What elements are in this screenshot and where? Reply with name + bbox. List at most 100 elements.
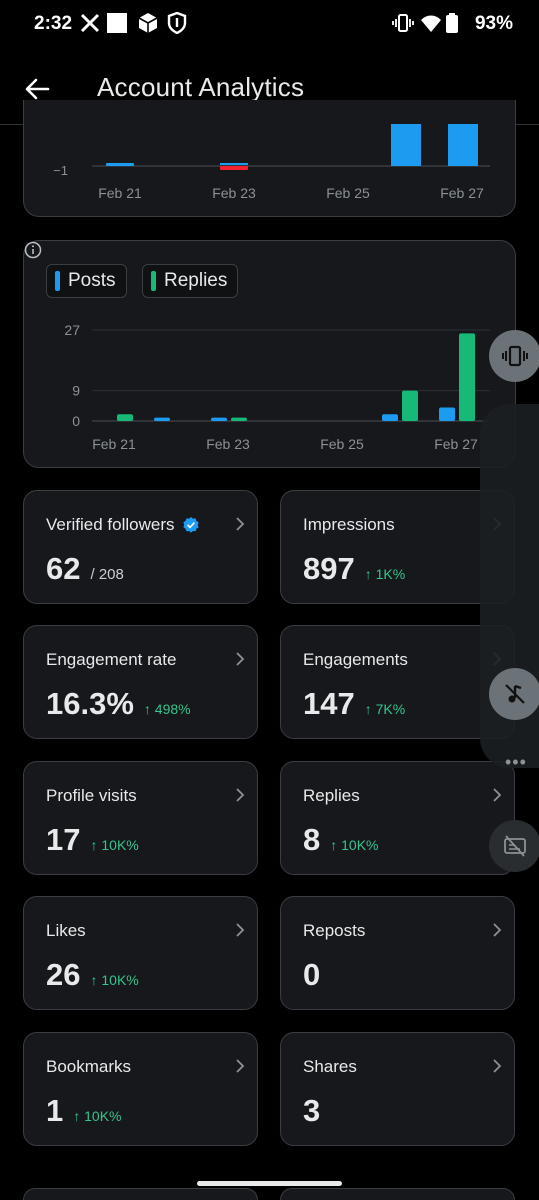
next-row-tile bbox=[23, 1188, 258, 1200]
stat-title: Reposts bbox=[303, 921, 365, 941]
square-icon bbox=[107, 13, 127, 33]
stat-tile[interactable]: Bookmarks 1 ↑ 10K% bbox=[23, 1032, 258, 1146]
stat-title-text: Replies bbox=[303, 786, 360, 805]
x-tick-label: Feb 27 bbox=[434, 436, 478, 452]
stat-tile[interactable]: Verified followers 62 / 208 bbox=[23, 490, 258, 604]
stat-title-text: Profile visits bbox=[46, 786, 137, 805]
stat-value: 62 bbox=[46, 551, 81, 586]
chevron-right-icon bbox=[493, 788, 502, 802]
stat-value-row: 147 ↑ 7K% bbox=[303, 686, 405, 722]
stat-value: 0 bbox=[303, 957, 321, 992]
bar-posts bbox=[382, 414, 398, 421]
stat-delta: ↑ 498% bbox=[143, 701, 191, 717]
stat-value: 897 bbox=[303, 551, 355, 586]
box-icon bbox=[138, 13, 158, 33]
stat-value-row: 17 ↑ 10K% bbox=[46, 822, 139, 858]
chevron-right-icon bbox=[493, 1059, 502, 1073]
bar-replies bbox=[459, 333, 475, 421]
stat-title-text: Reposts bbox=[303, 921, 366, 940]
stat-tile[interactable]: Shares 3 bbox=[280, 1032, 515, 1146]
vibrate-toggle-button[interactable] bbox=[489, 330, 539, 382]
x-tick-label: Feb 25 bbox=[320, 436, 364, 452]
bar-posts bbox=[106, 163, 134, 166]
music-off-button[interactable] bbox=[489, 668, 539, 720]
stat-value-row: 897 ↑ 1K% bbox=[303, 551, 405, 587]
x-tick-label: Feb 25 bbox=[326, 185, 370, 201]
stat-value-row: 1 ↑ 10K% bbox=[46, 1093, 122, 1129]
status-bar: 2:32 93% bbox=[0, 0, 539, 50]
stat-delta: ↑ 10K% bbox=[73, 1108, 122, 1124]
stat-tile[interactable]: Likes 26 ↑ 10K% bbox=[23, 896, 258, 1010]
x-tick-label: Feb 27 bbox=[440, 185, 484, 201]
x-tick-label: Feb 21 bbox=[92, 436, 136, 452]
stat-title: Impressions bbox=[303, 515, 395, 535]
stat-value: 26 bbox=[46, 957, 81, 992]
stat-value-row: 26 ↑ 10K% bbox=[46, 957, 139, 993]
stat-value: 3 bbox=[303, 1093, 321, 1128]
x-tick-label: Feb 23 bbox=[206, 436, 250, 452]
stat-tile[interactable]: Replies 8 ↑ 10K% bbox=[280, 761, 515, 875]
shield-icon bbox=[167, 12, 187, 34]
bar-posts bbox=[391, 124, 421, 166]
chevron-right-icon bbox=[493, 923, 502, 937]
activity-chart-card: −1 Feb 21 Feb 23 Feb 25 Feb 27 bbox=[23, 100, 516, 217]
stat-delta: ↑ 1K% bbox=[364, 566, 406, 582]
posts-replies-chart-card: Posts Replies 27 9 0 Feb 21 Feb 23 Feb 25 Feb … bbox=[23, 240, 516, 468]
posts-replies-bar-chart: 27 9 0 Feb 21 Feb 23 Feb 25 Feb 27 bbox=[64, 322, 490, 452]
chevron-right-icon bbox=[236, 1059, 245, 1073]
bar-replies bbox=[117, 414, 133, 421]
bar-posts bbox=[439, 407, 455, 421]
stat-value: 8 bbox=[303, 822, 321, 857]
bar-replies bbox=[402, 390, 418, 421]
stat-title: Engagements bbox=[303, 650, 408, 670]
caption-off-button[interactable] bbox=[489, 820, 539, 872]
x-logo-icon bbox=[80, 13, 100, 33]
y-tick-label: 0 bbox=[72, 413, 80, 429]
stat-value-row: 8 ↑ 10K% bbox=[303, 822, 379, 858]
bar-posts bbox=[220, 163, 248, 165]
stat-tile[interactable]: Profile visits 17 ↑ 10K% bbox=[23, 761, 258, 875]
stat-title: Likes bbox=[46, 921, 86, 941]
stat-tile[interactable]: Reposts 0 bbox=[280, 896, 515, 1010]
stat-value: 17 bbox=[46, 822, 81, 857]
next-row-tile bbox=[280, 1188, 515, 1200]
bar-posts bbox=[154, 417, 170, 421]
bar-posts bbox=[448, 124, 478, 166]
home-indicator[interactable] bbox=[197, 1181, 342, 1186]
y-tick-label: 9 bbox=[72, 383, 80, 399]
stat-title: Verified followers bbox=[46, 515, 200, 535]
stat-title: Profile visits bbox=[46, 786, 137, 806]
stat-title-text: Engagement rate bbox=[46, 650, 177, 669]
verified-badge-icon bbox=[182, 517, 199, 533]
chevron-right-icon bbox=[236, 652, 245, 666]
stat-value-row: 62 / 208 bbox=[46, 551, 124, 587]
status-time: 2:32 bbox=[34, 13, 73, 34]
vibrate-icon bbox=[392, 14, 414, 32]
stat-tile[interactable]: Engagement rate 16.3% ↑ 498% bbox=[23, 625, 258, 739]
bar-negative bbox=[220, 166, 248, 170]
stat-title-text: Impressions bbox=[303, 515, 395, 534]
battery-percent: 93% bbox=[474, 13, 513, 34]
more-dots-icon[interactable]: ••• bbox=[505, 752, 527, 773]
chevron-right-icon bbox=[236, 923, 245, 937]
x-tick-label: Feb 23 bbox=[212, 185, 256, 201]
battery-icon bbox=[446, 13, 458, 33]
stat-delta: ↑ 7K% bbox=[364, 701, 406, 717]
stat-title-text: Bookmarks bbox=[46, 1057, 132, 1076]
stat-title: Bookmarks bbox=[46, 1057, 131, 1077]
caption-off-icon bbox=[504, 835, 526, 857]
stat-delta: ↑ 10K% bbox=[90, 972, 139, 988]
activity-chart: −1 Feb 21 Feb 23 Feb 25 Feb 27 bbox=[53, 124, 490, 201]
stat-title-text: Likes bbox=[46, 921, 86, 940]
chevron-right-icon bbox=[236, 517, 245, 531]
stat-title: Engagement rate bbox=[46, 650, 176, 670]
stat-title-text: Engagements bbox=[303, 650, 408, 669]
stat-title-text: Verified followers bbox=[46, 515, 175, 534]
stat-title: Shares bbox=[303, 1057, 357, 1077]
stat-value-row: 0 bbox=[303, 957, 320, 993]
stat-value-row: 16.3% ↑ 498% bbox=[46, 686, 191, 722]
stat-delta: ↑ 10K% bbox=[90, 837, 139, 853]
stat-delta: ↑ 10K% bbox=[330, 837, 379, 853]
stat-total: / 208 bbox=[90, 566, 124, 583]
bar-posts bbox=[211, 417, 227, 421]
